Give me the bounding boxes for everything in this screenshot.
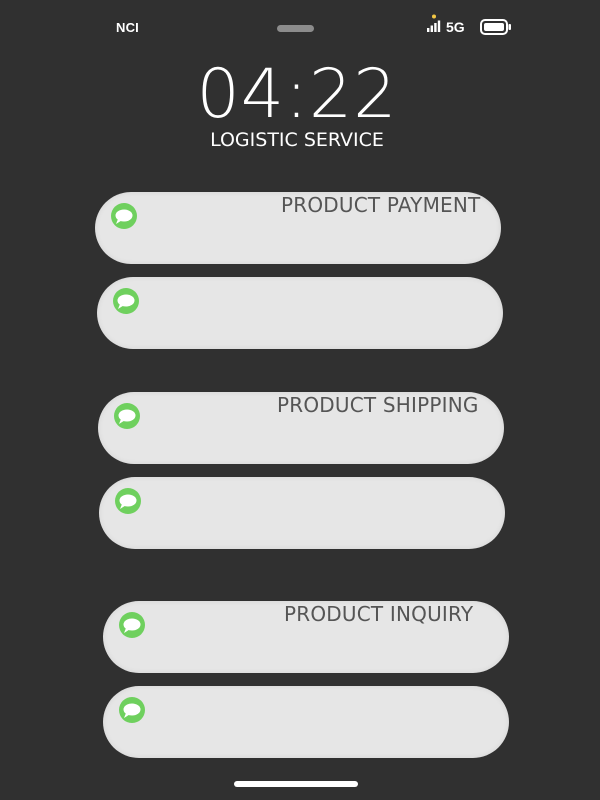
carrier-name: NCI [116,20,139,35]
notch-indicator [277,25,314,32]
chat-bubble-icon [119,612,145,638]
battery-icon [480,19,511,35]
notification-blank[interactable] [103,686,509,758]
service-title: LOGISTIC SERVICE [210,129,384,151]
notification-label: PRODUCT PAYMENT [281,193,481,217]
notification-label: PRODUCT SHIPPING [277,393,479,417]
status-bar: NCI 5G [0,0,600,56]
chat-bubble-icon [111,203,137,229]
notification-product-payment[interactable]: PRODUCT PAYMENT [95,192,501,264]
clock-time: 04:22 [196,55,398,134]
notification-blank[interactable] [99,477,505,549]
home-indicator[interactable] [234,781,358,787]
signal-icon [427,14,441,32]
lock-screen: NCI 5G 04:22 LOGISTIC SERVICE PRODUCT PA… [0,0,600,800]
chat-bubble-icon [119,697,145,723]
chat-bubble-icon [113,288,139,314]
chat-bubble-icon [115,488,141,514]
notification-product-shipping[interactable]: PRODUCT SHIPPING [98,392,504,464]
notification-blank[interactable] [97,277,503,349]
chat-bubble-icon [114,403,140,429]
network-type: 5G [446,19,465,35]
notification-label: PRODUCT INQUIRY [284,602,474,626]
notification-product-inquiry[interactable]: PRODUCT INQUIRY [103,601,509,673]
